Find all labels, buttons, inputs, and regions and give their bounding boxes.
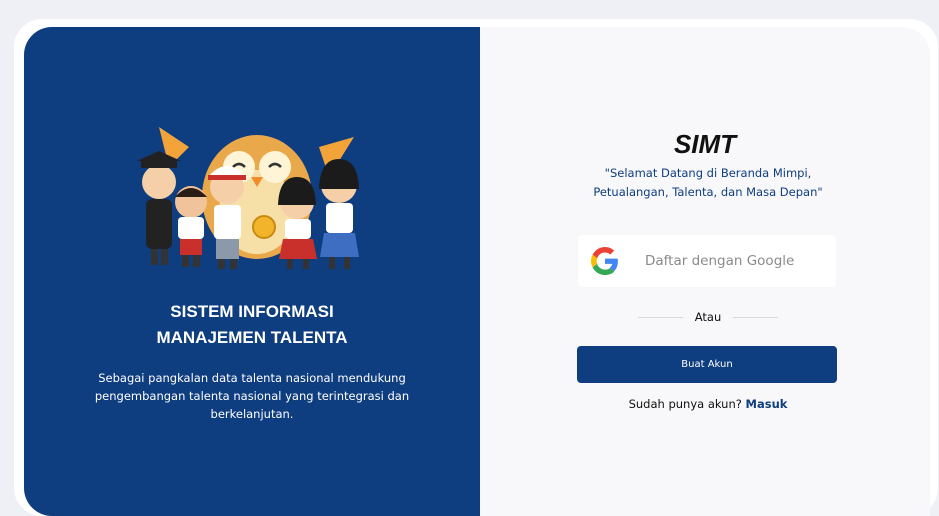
divider-line-left bbox=[638, 316, 683, 318]
description-line1: Sebagai pangkalan data talenta nasional … bbox=[98, 371, 406, 385]
description-line3: berkelanjutan. bbox=[210, 407, 294, 421]
description-line2: pengembangan talenta nasional yang terin… bbox=[94, 389, 410, 403]
create-account-button[interactable]: Buat Akun bbox=[577, 346, 837, 383]
or-divider: Atau bbox=[638, 309, 779, 325]
right-auth-panel: SIMT "Selamat Datang di Beranda Mimpi, P… bbox=[480, 27, 930, 516]
divider-line-right bbox=[733, 316, 779, 318]
tagline-line2: Petualangan, Talenta, dan Masa Depan" bbox=[593, 185, 823, 199]
login-link[interactable]: Masuk bbox=[746, 397, 788, 411]
welcome-tagline: "Selamat Datang di Beranda Mimpi, Petual… bbox=[480, 164, 936, 202]
login-prompt-row: Sudah punya akun? Masuk bbox=[480, 397, 936, 411]
google-signup-label: Daftar dengan Google bbox=[645, 253, 795, 269]
left-info-panel: SISTEM INFORMASI MANAJEMEN TALENTA Sebag… bbox=[24, 27, 480, 516]
google-icon bbox=[591, 247, 618, 275]
system-title-line2: MANAJEMEN TALENTA bbox=[156, 328, 348, 347]
system-description: Sebagai pangkalan data talenta nasional … bbox=[74, 369, 430, 423]
system-title-line1: SISTEM INFORMASI bbox=[170, 302, 334, 321]
divider-text: Atau bbox=[694, 310, 722, 324]
students-mascot-illustration bbox=[137, 127, 359, 269]
google-signup-button[interactable]: Daftar dengan Google bbox=[578, 235, 836, 287]
tagline-line1: "Selamat Datang di Beranda Mimpi, bbox=[604, 166, 812, 180]
login-prompt-text: Sudah punya akun? bbox=[628, 397, 742, 411]
app-name: SIMT bbox=[673, 129, 737, 159]
